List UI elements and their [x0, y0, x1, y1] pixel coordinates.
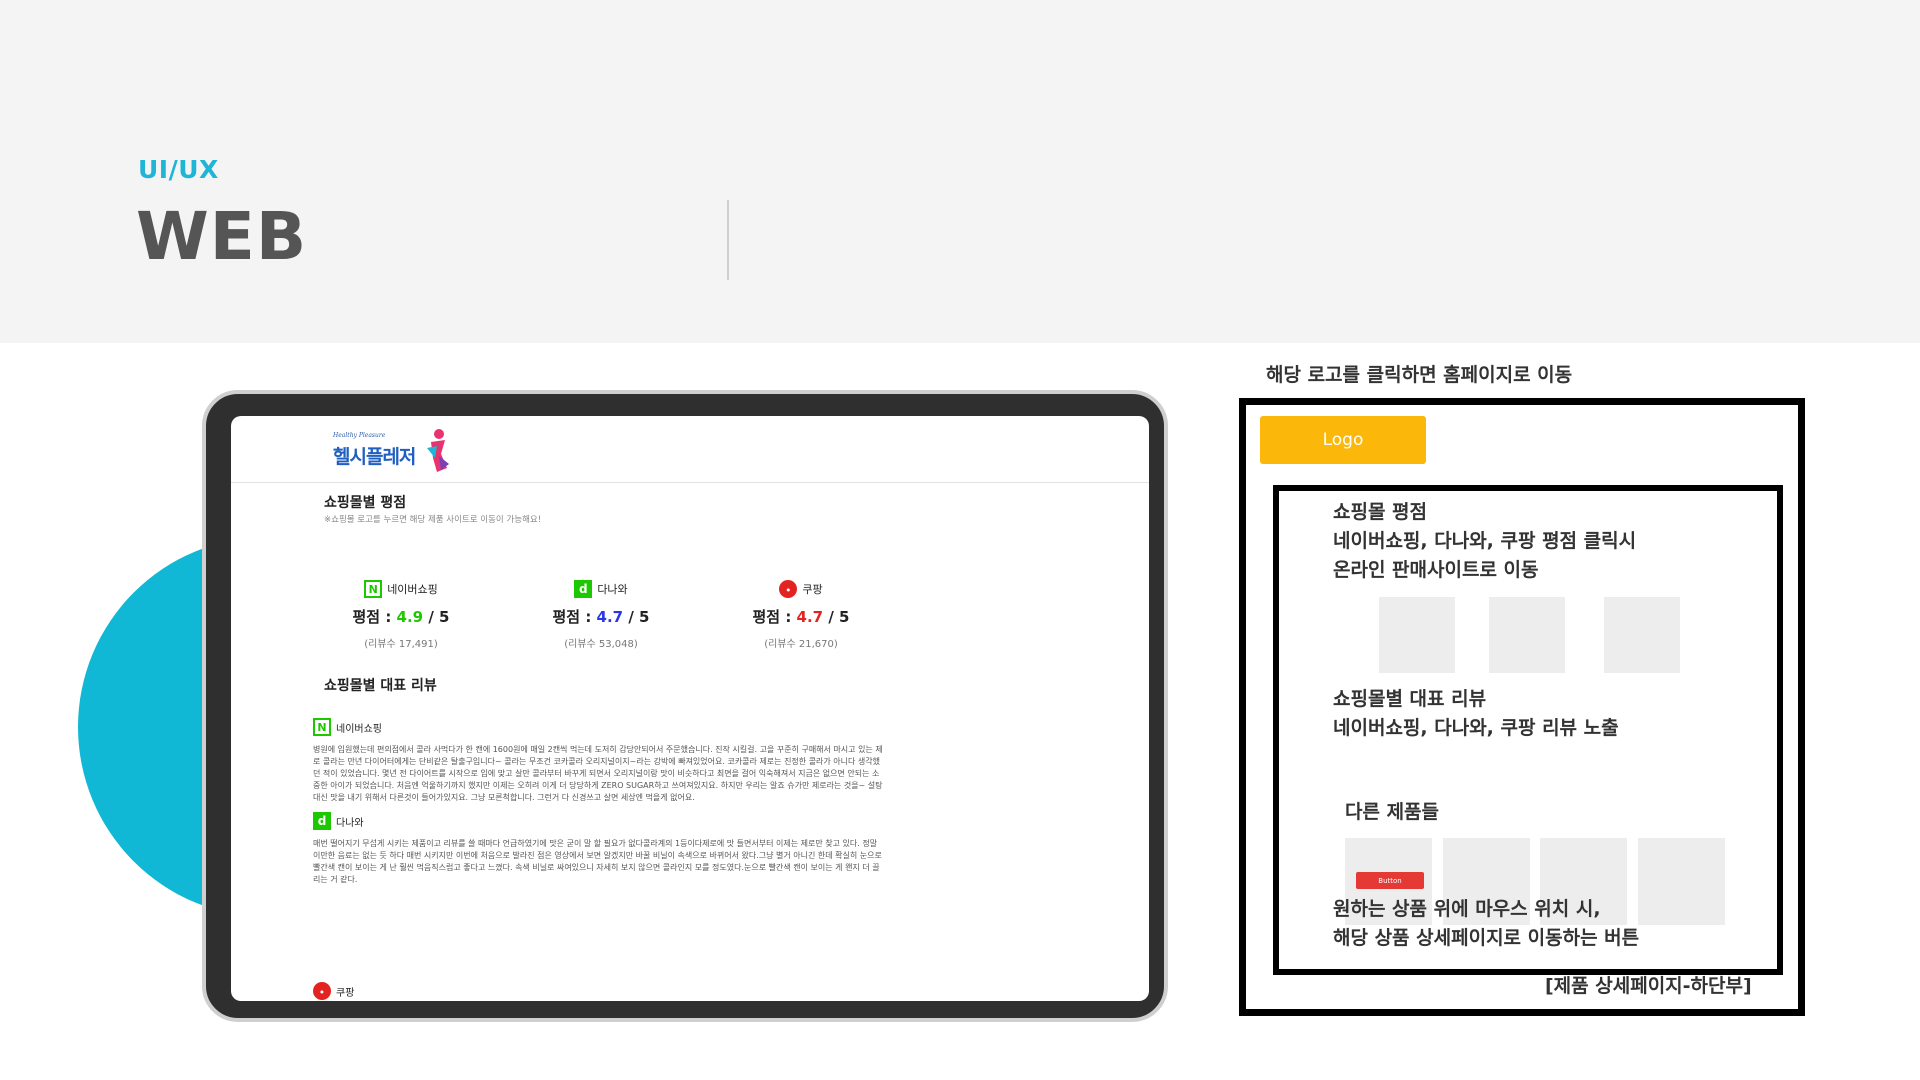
review-text-danawa: 매번 떨어지기 무섭게 시키는 제품이고 리뷰를 쓸 때마다 언급하였기에 맛은…	[313, 839, 882, 884]
mall-review-count: (리뷰수 21,670)	[764, 639, 838, 650]
review-mall-name: 네이버쇼핑	[336, 723, 382, 735]
logo-tagline: Healthy Pleasure	[333, 432, 386, 439]
mall-review-count: (리뷰수 53,048)	[564, 639, 638, 650]
coupang-logo-icon[interactable]: ●	[779, 580, 798, 598]
mall-rating-coupang[interactable]: ● 쿠팡 평점 : 4.7 / 5 (리뷰수 21,670)	[721, 580, 881, 650]
product-card[interactable]	[1638, 838, 1725, 925]
naver-logo-icon: N	[313, 718, 331, 736]
reviews-title: 쇼핑몰별 대표 리뷰	[324, 678, 437, 694]
reviews-annotation: 쇼핑몰별 대표 리뷰 네이버쇼핑, 다나와, 쿠팡 리뷰 노출	[1333, 688, 1619, 739]
review-head-coupang: ● 쿠팡	[313, 982, 354, 1000]
review-head-danawa: d 다나와	[313, 812, 364, 830]
coupang-logo-icon: ●	[313, 982, 331, 1000]
mall-logo-placeholder[interactable]	[1604, 597, 1680, 673]
review-mall-name: 쿠팡	[336, 987, 355, 999]
others-title: 다른 제품들	[1345, 801, 1440, 823]
mall-name: 네이버쇼핑	[387, 583, 438, 596]
review-head-naver: N 네이버쇼핑	[313, 718, 382, 736]
review-mall-name: 다나와	[336, 817, 364, 829]
review-text-naver: 병원에 입원했는데 편의점에서 콜라 사먹다가 한 캔에 1600원에 매일 2…	[313, 745, 883, 802]
mall-score: 평점 : 4.9 / 5	[352, 608, 450, 626]
ratings-note: ※쇼핑몰 로고를 누르면 해당 제품 사이트로 이동이 가능해요!	[324, 515, 542, 525]
mall-score: 평점 : 4.7 / 5	[552, 608, 650, 626]
slide-category: UI/UX	[138, 155, 219, 184]
mall-review-count: (리뷰수 17,491)	[364, 639, 438, 650]
logo-wordmark: 헬시플레저	[333, 446, 416, 468]
logo-button[interactable]: Logo	[1260, 416, 1426, 464]
naver-logo-icon[interactable]: N	[364, 580, 383, 598]
danawa-logo-icon[interactable]: d	[574, 580, 593, 598]
slide-title: WEB	[136, 198, 308, 275]
tablet-mockup: Healthy Pleasure 헬시플레저 쇼핑몰별 평점 ※쇼핑몰 로고를 …	[202, 390, 1168, 1022]
site-logo[interactable]: Healthy Pleasure 헬시플레저	[333, 426, 463, 481]
mall-score: 평점 : 4.7 / 5	[752, 608, 850, 626]
mall-logo-placeholder[interactable]	[1379, 597, 1455, 673]
mall-rating-danawa[interactable]: d 다나와 평점 : 4.7 / 5 (리뷰수 53,048)	[521, 580, 681, 650]
wireframe-caption: [제품 상세페이지-하단부]	[1545, 975, 1752, 997]
mall-name: 다나와	[597, 583, 628, 596]
header-divider	[727, 200, 729, 280]
logo-annotation: 해당 로고를 클릭하면 홈페이지로 이동	[1266, 364, 1573, 386]
mall-rating-naver[interactable]: N 네이버쇼핑 평점 : 4.9 / 5 (리뷰수 17,491)	[321, 580, 481, 650]
ratings-title: 쇼핑몰별 평점	[324, 495, 407, 511]
logo-figure-icon	[427, 429, 449, 472]
mall-name: 쿠팡	[802, 583, 823, 596]
header-divider-line	[231, 482, 1149, 483]
hover-annotation: 원하는 상품 위에 마우스 위치 시, 해당 상품 상세페이지로 이동하는 버튼	[1333, 898, 1640, 949]
ratings-annotation: 쇼핑몰 평점 네이버쇼핑, 다나와, 쿠팡 평점 클릭시 온라인 판매사이트로 …	[1333, 501, 1637, 581]
header-band	[0, 0, 1920, 343]
danawa-logo-icon: d	[313, 812, 331, 830]
mall-logo-placeholder[interactable]	[1489, 597, 1565, 673]
tablet-screen: Healthy Pleasure 헬시플레저 쇼핑몰별 평점 ※쇼핑몰 로고를 …	[231, 416, 1149, 1001]
product-detail-button[interactable]: Button	[1356, 872, 1424, 889]
